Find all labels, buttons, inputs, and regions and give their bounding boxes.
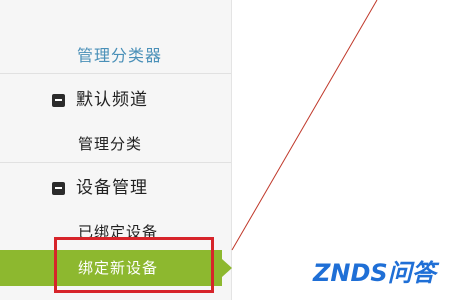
group-device-management[interactable]: 设备管理 [0,172,231,204]
collapse-icon[interactable] [52,94,65,107]
screenshot-page: 管理分类器 默认频道 管理分类 设备管理 已绑定设备 绑定新设备 ZNDS问答 [0,0,450,300]
sidebar-item-bound-devices[interactable]: 已绑定设备 [0,217,231,247]
group-label: 设备管理 [76,178,148,198]
group-label: 默认频道 [76,90,148,110]
active-indicator-arrow [222,259,232,277]
divider [0,73,231,74]
znds-watermark-logo: ZNDS问答 [311,258,442,289]
divider [0,162,231,163]
manager-title[interactable]: 管理分类器 [0,40,231,72]
sidebar-item-bind-new-device[interactable]: 绑定新设备 [0,250,222,286]
sidebar-item-manage-category[interactable]: 管理分类 [0,129,231,159]
group-default-channel[interactable]: 默认频道 [0,84,231,116]
collapse-icon[interactable] [52,182,65,195]
svg-text:ZNDS问答: ZNDS问答 [312,259,440,287]
sidebar: 管理分类器 默认频道 管理分类 设备管理 已绑定设备 绑定新设备 [0,0,232,300]
